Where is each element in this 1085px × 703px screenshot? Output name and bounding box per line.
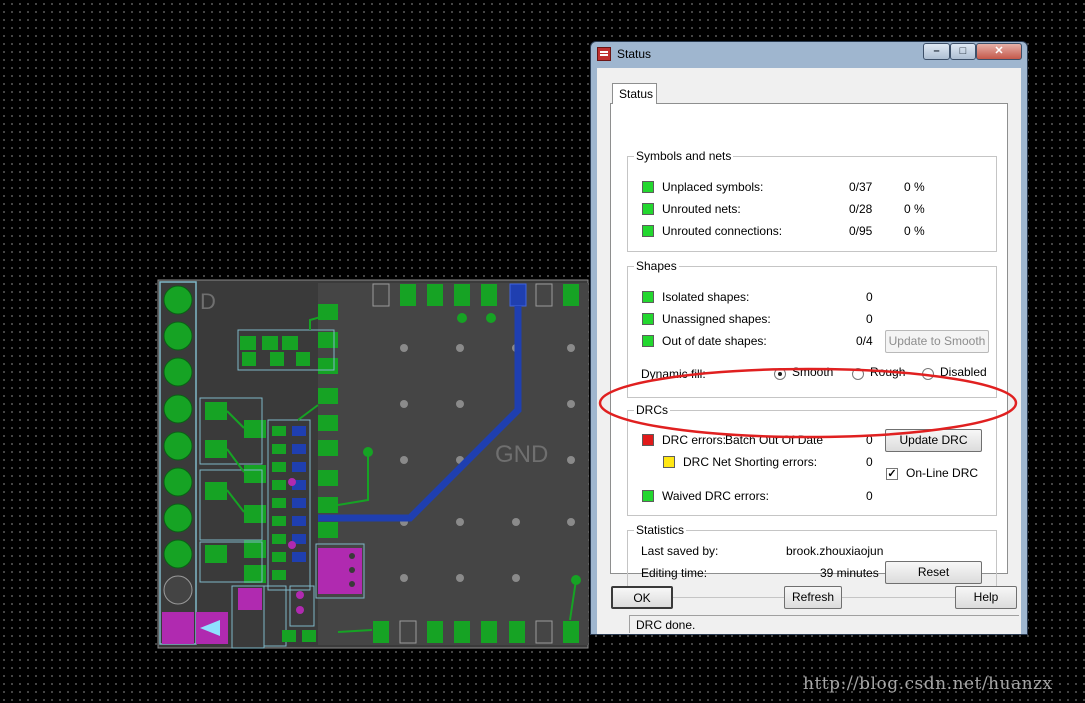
drcs-group: DRCs DRC errors: Batch Out Of Date 0 Upd… [627, 403, 997, 516]
online-drc-label: On-Line DRC [906, 466, 979, 480]
radio-smooth[interactable] [774, 368, 786, 380]
ok-button[interactable]: OK [611, 586, 673, 609]
editing-time-label: Editing time: [641, 566, 708, 580]
help-button[interactable]: Help [955, 586, 1017, 609]
drc-errors-count: 0 [866, 433, 873, 447]
status-indicator [663, 456, 675, 468]
dialog-client: Status Symbols and nets Unplaced symbols… [597, 68, 1021, 634]
close-icon[interactable]: ✕ [976, 43, 1022, 60]
title-bar[interactable]: Status – □ ✕ [591, 42, 1027, 66]
row-percent: 0 % [904, 224, 925, 238]
row-percent: 0 % [904, 202, 925, 216]
row-count: 0/95 [849, 224, 873, 238]
maximize-icon[interactable]: □ [950, 43, 976, 60]
last-saved-value: brook.zhouxiaojun [786, 544, 884, 558]
radio-disabled[interactable] [922, 368, 934, 380]
app-icon[interactable] [597, 47, 611, 61]
status-indicator [642, 434, 654, 446]
group-title: DRCs [634, 403, 670, 417]
radio-label: Rough [870, 365, 906, 379]
waived-label: Waived DRC errors: [662, 489, 769, 503]
row-label: Unrouted nets: [662, 202, 741, 216]
editing-time-value: 39 minutes [820, 566, 879, 580]
status-indicator [642, 291, 654, 303]
dynamic-fill-label: Dynamic fill: [641, 367, 706, 381]
status-dialog[interactable]: Status – □ ✕ Status Symbols and nets Unp… [590, 41, 1028, 635]
drc-errors-label: DRC errors: [662, 433, 727, 447]
update-to-smooth-button[interactable]: Update to Smooth [885, 330, 989, 353]
reset-button[interactable]: Reset [885, 561, 982, 584]
window-title: Status [617, 47, 652, 61]
tab-panel: Symbols and nets Unplaced symbols: 0/37 … [610, 103, 1008, 598]
row-count: 0/28 [849, 202, 873, 216]
row-percent: 0 % [904, 180, 925, 194]
row-label: Unplaced symbols: [662, 180, 764, 194]
net-shorting-count: 0 [866, 455, 873, 469]
radio-label: Disabled [940, 365, 987, 379]
ic-pads [272, 426, 286, 580]
status-indicator [642, 490, 654, 502]
row-count: 0/4 [856, 334, 873, 348]
refresh-button[interactable]: Refresh [784, 586, 842, 609]
radio-label: Smooth [792, 365, 834, 379]
designator-label: D [200, 289, 216, 314]
status-indicator [642, 335, 654, 347]
status-indicator [642, 181, 654, 193]
row-label: Unrouted connections: [662, 224, 783, 238]
gnd-net-label: GND [495, 441, 549, 468]
group-title: Shapes [634, 259, 679, 273]
online-drc-checkbox[interactable]: ✓ [886, 468, 898, 480]
status-indicator [642, 203, 654, 215]
watermark: http://blog.csdn.net/huanzx [803, 674, 1053, 694]
radio-rough[interactable] [852, 368, 864, 380]
row-count: 0 [866, 290, 873, 304]
row-count: 0/37 [849, 180, 873, 194]
status-indicator [642, 225, 654, 237]
row-count: 0 [866, 312, 873, 326]
group-title: Statistics [634, 523, 687, 537]
net-shorting-label: DRC Net Shorting errors: [683, 455, 818, 469]
symbols-nets-group: Symbols and nets Unplaced symbols: 0/37 … [627, 149, 997, 252]
status-bar: DRC done. [629, 615, 1019, 633]
tab-status[interactable]: Status [612, 83, 657, 104]
shapes-group: Shapes Isolated shapes: 0 Unassigned sha… [627, 259, 997, 398]
update-drc-button[interactable]: Update DRC [885, 429, 982, 452]
row-label: Isolated shapes: [662, 290, 750, 304]
waived-count: 0 [866, 489, 873, 503]
row-label: Out of date shapes: [662, 334, 767, 348]
last-saved-label: Last saved by: [641, 544, 719, 558]
row-label: Unassigned shapes: [662, 312, 771, 326]
status-indicator [642, 313, 654, 325]
drc-errors-status: Batch Out Of Date [725, 433, 824, 447]
group-title: Symbols and nets [634, 149, 734, 163]
minimize-icon[interactable]: – [923, 43, 950, 60]
